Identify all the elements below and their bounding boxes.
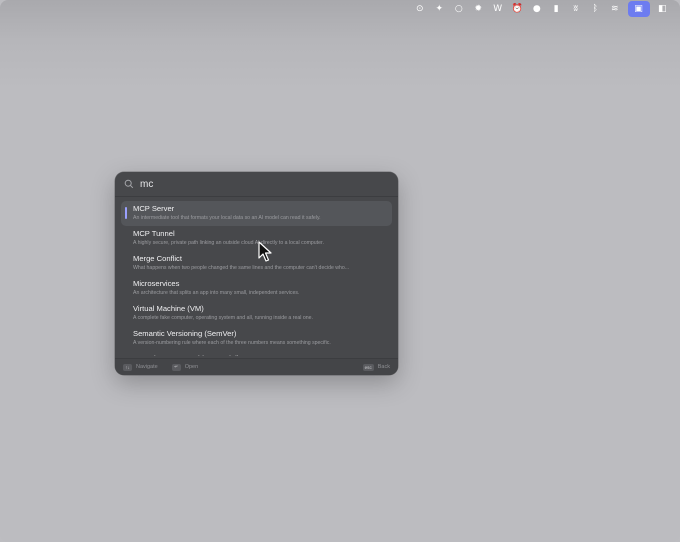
- result-item[interactable]: Microservices An architecture that splits…: [121, 276, 392, 301]
- back-label: Back: [377, 364, 390, 370]
- footer-navigate-hint: ↑↓ Navigate: [123, 363, 158, 371]
- result-title: Microservices: [133, 279, 180, 288]
- result-title: Semantic Versioning (SemVer): [133, 329, 237, 338]
- navigate-label: Navigate: [136, 364, 158, 370]
- mute-icon[interactable]: ʬ: [566, 1, 586, 17]
- search-input[interactable]: [140, 176, 360, 192]
- alarm-clock-icon[interactable]: ⏰: [508, 1, 528, 17]
- result-item[interactable]: Virtual Machine (VM) A complete fake comp…: [121, 301, 392, 326]
- bluetooth-icon[interactable]: ᛒ: [586, 1, 606, 17]
- result-title: Virtual Machine (VM): [133, 304, 204, 313]
- result-description: An intermediate tool that formats your l…: [133, 215, 321, 221]
- open-key: ↵: [171, 363, 181, 371]
- wifi-icon[interactable]: ≋: [605, 1, 625, 17]
- folder-user-icon[interactable]: ▣: [627, 1, 650, 17]
- navigate-key: ↑↓: [123, 363, 132, 371]
- result-description: A complete fake computer, operating syst…: [133, 315, 313, 321]
- result-item[interactable]: Merge Conflict What happens when two peop…: [121, 251, 392, 276]
- palette-footer: ↑↓ Navigate ↵ Open esc Back: [115, 358, 398, 375]
- search-icon: [124, 179, 134, 189]
- results-list: MCP Server An intermediate tool that form…: [121, 201, 392, 356]
- result-item[interactable]: MCP Tunnel A highly secure, private path …: [121, 226, 392, 251]
- result-item[interactable]: DOM (Document Object Model): [121, 351, 392, 356]
- command-palette: MCP Server An intermediate tool that form…: [115, 172, 398, 375]
- result-title: MCP Tunnel: [133, 229, 175, 238]
- desktop: ⊙✦○✹W⏰●▮ʬᛒ≋▣◧ MCP Server An intermediate …: [0, 0, 680, 542]
- footer-open-hint: ↵ Open: [171, 363, 199, 371]
- result-description: What happens when two people changed the…: [133, 265, 350, 271]
- w-app-icon[interactable]: W: [488, 1, 508, 17]
- sun-icon[interactable]: ✹: [469, 1, 489, 17]
- battery-icon[interactable]: ▮: [547, 1, 567, 17]
- sparkle-icon[interactable]: ✦: [430, 1, 450, 17]
- footer-back-hint[interactable]: esc Back: [362, 363, 390, 371]
- result-description: An architecture that splits an app into …: [133, 290, 300, 296]
- back-key: esc: [362, 363, 374, 371]
- open-label: Open: [184, 364, 199, 370]
- result-item[interactable]: Semantic Versioning (SemVer) A version-nu…: [121, 326, 392, 351]
- search-bar: [115, 172, 398, 197]
- control-center-icon[interactable]: ◧: [653, 1, 673, 17]
- result-title: MCP Server: [133, 204, 175, 213]
- record-dot-icon[interactable]: ●: [527, 1, 547, 17]
- circle-outline-icon[interactable]: ○: [449, 1, 469, 17]
- result-description: A version-numbering rule where each of t…: [133, 340, 331, 346]
- target-icon[interactable]: ⊙: [410, 1, 430, 17]
- menu-bar: ⊙ ✦ ○ ✹ W ⏰ ● ▮ ʬ ᛒ ≋ ▣ ◧: [0, 0, 680, 18]
- mouse-pointer-icon: [258, 241, 272, 262]
- result-title: DOM (Document Object Model): [133, 354, 392, 356]
- result-item[interactable]: MCP Server An intermediate tool that form…: [121, 201, 392, 226]
